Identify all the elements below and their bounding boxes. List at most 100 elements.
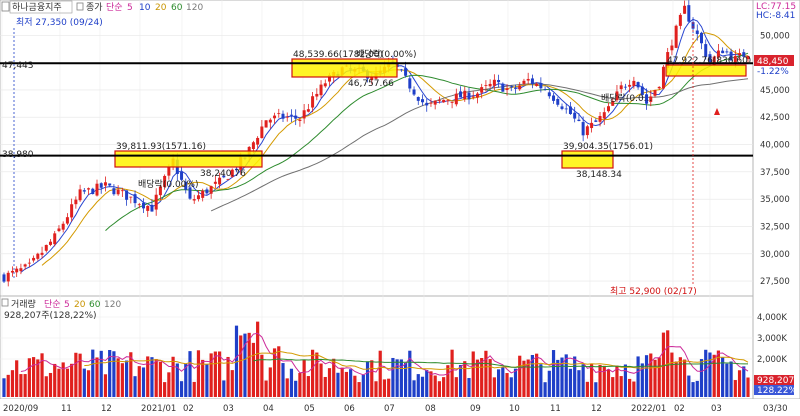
volume-bar <box>281 363 285 397</box>
candle-body <box>429 102 433 104</box>
candle-body <box>695 30 699 35</box>
candle-body <box>19 268 23 272</box>
candle-body <box>564 108 568 110</box>
candle-body <box>10 270 14 273</box>
volume-bar <box>302 359 306 397</box>
volume-bar <box>496 369 501 397</box>
candle-body <box>57 228 61 232</box>
candle-body <box>137 204 141 206</box>
volume-bar <box>277 346 281 397</box>
x-tick-label: 09 <box>470 404 481 414</box>
volume-bar <box>458 364 463 397</box>
candle-body <box>632 80 636 86</box>
y-tick-label: 37,500 <box>760 168 790 178</box>
candle-body <box>74 199 78 205</box>
candle-body <box>23 264 27 267</box>
volume-bar <box>619 376 623 397</box>
candle-body <box>437 100 441 102</box>
volume-bar <box>163 382 167 397</box>
volume-bar <box>437 381 442 397</box>
volume-bar <box>568 368 573 397</box>
volume-bar <box>581 364 585 397</box>
candle-body <box>65 217 69 224</box>
candle-body <box>36 253 40 259</box>
volume-bar <box>467 378 471 397</box>
candle-body <box>488 83 492 87</box>
volume-bar <box>670 352 674 397</box>
candle-body <box>49 241 52 245</box>
volume-bar <box>70 363 74 397</box>
volume-bar <box>44 376 48 397</box>
candle-body <box>315 93 319 97</box>
y-tick-label: 27,500 <box>760 277 790 287</box>
candle-body <box>150 204 154 212</box>
candle-body <box>636 82 640 88</box>
volume-bar <box>547 370 551 397</box>
x-tick-label: 12 <box>591 404 602 414</box>
resistance-box-4 <box>665 64 747 77</box>
x-tick-label: 06 <box>344 404 355 414</box>
volume-bar <box>370 360 374 397</box>
candle-body <box>201 190 205 198</box>
ma-period-20: 20 <box>155 3 167 13</box>
candle-body <box>2 274 6 282</box>
volume-bar <box>378 350 382 397</box>
candle-body <box>99 183 103 188</box>
candle-body <box>205 189 209 194</box>
candle-body <box>95 183 99 196</box>
candle-body <box>108 183 112 186</box>
volume-bar <box>188 351 192 397</box>
candle-body <box>433 100 437 105</box>
candle-body <box>125 190 129 200</box>
candle-body <box>450 101 454 103</box>
volume-bar <box>99 350 103 397</box>
volume-bar <box>196 350 201 397</box>
volume-bar <box>729 361 733 397</box>
volume-bar <box>420 376 425 397</box>
candle-body <box>82 190 86 192</box>
candle-body <box>268 119 272 123</box>
x-tick-label: 03/30 <box>763 404 788 414</box>
volume-bar <box>454 377 458 397</box>
menu-button[interactable] <box>1 1 10 12</box>
box4-top-label: 47,922.76(836.60) <box>667 56 751 66</box>
dividend-label-2: 배당락(0.0... <box>601 92 652 104</box>
volume-bar <box>509 377 513 397</box>
price-series-label: 종가 <box>86 2 103 13</box>
x-tick-label: 10 <box>509 404 520 414</box>
candle-body <box>298 119 302 121</box>
candle-body <box>501 83 505 92</box>
candle-body <box>180 171 184 180</box>
volume-bar <box>260 354 264 397</box>
volume-bar <box>691 382 695 397</box>
volume-menu-button[interactable] <box>1 298 9 307</box>
volume-bar <box>53 363 57 397</box>
symbol-name[interactable]: 하나금융지주 <box>12 2 62 13</box>
ma-button[interactable] <box>76 2 84 11</box>
volume-bar <box>484 350 488 397</box>
volume-bar <box>103 374 108 397</box>
volume-current: 928,207주(128,22%) <box>4 310 97 321</box>
candle-body <box>560 106 564 109</box>
volume-bar <box>387 378 391 397</box>
x-tick-label: 2020/09 <box>3 404 38 414</box>
x-tick-label: 2022/01 <box>631 404 666 414</box>
candle-body <box>674 25 678 48</box>
volume-bar <box>40 353 44 397</box>
candle-body <box>704 44 708 57</box>
support-box-3 <box>561 150 614 169</box>
candle-body <box>530 78 534 85</box>
candle-body <box>167 166 171 176</box>
volume-bar <box>230 370 234 397</box>
candle-body <box>454 93 458 105</box>
volume-bar <box>120 363 124 397</box>
candle-body <box>44 244 48 251</box>
x-tick-label: 03 <box>223 404 234 414</box>
candle-body <box>425 102 429 106</box>
volume-bar <box>298 373 302 397</box>
volume-bar <box>518 355 522 397</box>
x-tick-label: 02 <box>674 404 685 414</box>
candle-body <box>505 88 509 90</box>
dividend-label-1: 배당락(0.00%) <box>138 178 198 190</box>
ma-period-120: 120 <box>186 3 203 13</box>
